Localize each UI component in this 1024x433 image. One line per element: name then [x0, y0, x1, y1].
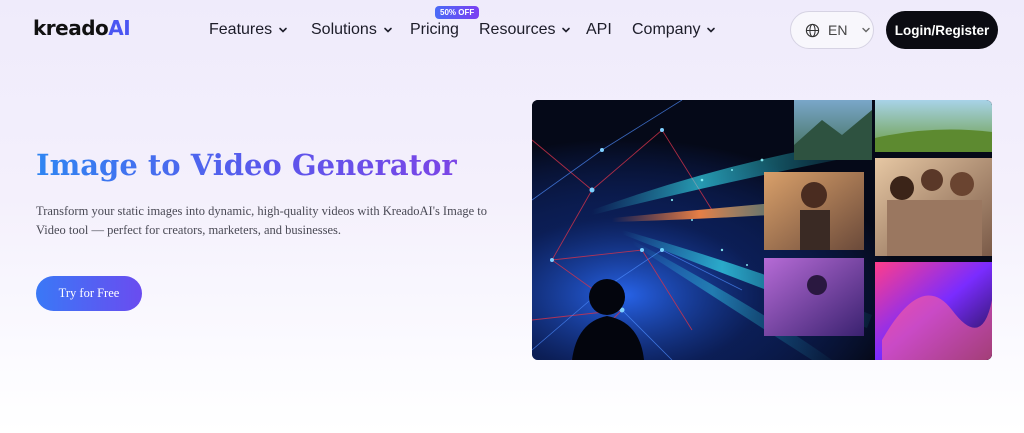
- logo-ai-text: AI: [108, 16, 131, 40]
- globe-icon: [805, 23, 820, 37]
- chevron-down-icon: [279, 27, 287, 33]
- chevron-down-icon: [384, 27, 392, 33]
- chevron-down-icon: [862, 27, 871, 33]
- pricing-discount-badge: 50% OFF: [435, 6, 480, 19]
- hero-illustration: [532, 100, 992, 360]
- nav-api[interactable]: API: [586, 20, 612, 40]
- try-for-free-button[interactable]: Try for Free: [36, 276, 142, 311]
- login-register-button[interactable]: Login/Register: [886, 11, 998, 49]
- hero-image: [532, 100, 992, 360]
- nav-resources[interactable]: Resources: [479, 20, 571, 40]
- nav-pricing-label: Pricing: [410, 21, 459, 38]
- chevron-down-icon: [562, 27, 571, 33]
- chevron-down-icon: [707, 27, 716, 33]
- nav-features-label: Features: [209, 21, 273, 38]
- nav-solutions-label: Solutions: [311, 21, 377, 38]
- nav-pricing[interactable]: Pricing: [410, 20, 459, 40]
- language-selector[interactable]: EN: [790, 11, 874, 49]
- nav-company[interactable]: Company: [632, 20, 716, 40]
- nav-api-label: API: [586, 21, 612, 38]
- language-label: EN: [828, 22, 848, 38]
- page-title: Image to Video Generator: [36, 148, 457, 182]
- top-navigation: kreado AI Features Solutions Pricing 50% …: [0, 0, 1024, 60]
- nav-resources-label: Resources: [479, 21, 556, 38]
- hero-description: Transform your static images into dynami…: [36, 204, 488, 237]
- kreado-logo[interactable]: kreado AI: [33, 15, 131, 41]
- nav-features[interactable]: Features: [209, 20, 288, 40]
- logo-text: kreado: [33, 16, 109, 40]
- nav-company-label: Company: [632, 21, 701, 38]
- nav-solutions[interactable]: Solutions: [311, 20, 393, 40]
